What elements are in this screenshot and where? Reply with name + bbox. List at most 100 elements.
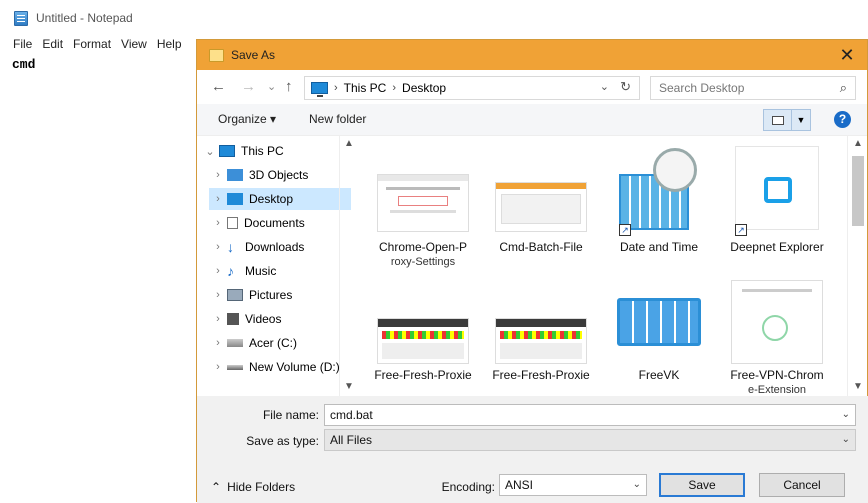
file-name: Free-VPN-Chrom [730,368,824,382]
encoding-select[interactable]: ANSI ⌄ [499,474,647,496]
scrollbar-thumb[interactable] [852,156,864,226]
tree-item-new-volume-d[interactable]: › New Volume (D:) [209,356,351,378]
tree-item-acer-c[interactable]: › Acer (C:) [209,332,351,354]
keyboard-icon [617,298,701,346]
clock-icon [653,148,697,192]
menu-help[interactable]: Help [157,37,182,55]
help-button[interactable]: ? [834,111,851,128]
tree-item-desktop[interactable]: › Desktop [209,188,351,210]
dialog-titlebar: Save As ✕ [197,40,867,70]
chevron-right-icon[interactable]: › [209,361,227,373]
file-name-line2: roxy-Settings [390,256,456,268]
tree-item-3d-objects[interactable]: › 3D Objects [209,164,351,186]
file-item[interactable]: ↗ Date and Time [603,144,715,270]
pictures-icon [227,289,243,301]
file-name-value: cmd.bat [330,408,373,422]
notepad-titlebar: Untitled - Notepad [0,0,200,36]
chevron-right-icon[interactable]: › [209,337,227,349]
notepad-editor-text[interactable]: cmd [12,57,35,72]
videos-icon [227,313,239,325]
menu-edit[interactable]: Edit [42,37,63,55]
chevron-right-icon[interactable]: › [209,169,227,181]
breadcrumb-desktop[interactable]: Desktop [402,81,446,95]
encoding-value: ANSI [505,478,534,492]
recent-locations-button[interactable]: ⌄ [267,78,276,96]
file-item[interactable]: Free-VPN-Chrom e-Extension [721,276,833,396]
file-item[interactable]: Free-Fresh-Proxie [485,276,597,396]
chevron-down-icon[interactable]: ⌄ [842,405,850,425]
tree-item-label: This PC [241,144,284,158]
address-bar[interactable]: › This PC › Desktop ⌄ ↻ [304,76,640,100]
file-name-label: File name: [262,408,319,422]
view-icon [764,110,792,130]
file-thumbnail [495,182,587,232]
tree-item-documents[interactable]: › Documents [209,212,351,234]
tree-item-label: Pictures [249,288,293,302]
scroll-up-icon[interactable]: ▲ [853,138,863,149]
view-options-button[interactable]: ▼ [763,109,811,131]
close-button[interactable]: ✕ [837,45,857,65]
file-item[interactable]: ↗ Deepnet Explorer [721,144,833,270]
desktop-icon [227,193,243,205]
refresh-icon[interactable]: ↻ [620,79,631,95]
scroll-down-icon[interactable]: ▼ [853,381,863,392]
scroll-up-icon[interactable]: ▲ [344,138,354,149]
organize-button[interactable]: Organize ▾ [218,112,276,126]
3d-objects-icon [227,169,243,181]
dialog-footer: File name: cmd.bat ⌄ Save as type: All F… [197,396,868,503]
navigation-scrollbar[interactable]: ▲ ▼ [339,136,357,396]
file-name: Free-Fresh-Proxie [492,368,590,382]
save-as-type-select[interactable]: All Files ⌄ [324,429,856,451]
up-button[interactable]: ↑ [285,78,293,96]
menu-file[interactable]: File [13,37,32,55]
forward-button[interactable]: → [241,78,256,96]
breadcrumb-this-pc[interactable]: This PC [344,81,387,95]
scroll-down-icon[interactable]: ▼ [344,381,354,392]
new-folder-button[interactable]: New folder [309,112,366,126]
file-item[interactable]: Chrome-Open-P roxy-Settings [367,144,479,270]
file-item[interactable]: FreeVK [603,276,715,396]
file-list-scrollbar[interactable]: ▲ ▼ [847,136,867,396]
file-thumbnail [495,318,587,364]
chevron-up-icon: ⌃ [211,480,222,494]
chevron-down-icon[interactable]: ⌄ [633,475,641,495]
tree-item-pictures[interactable]: › Pictures [209,284,351,306]
menu-view[interactable]: View [121,37,147,55]
dialog-title: Save As [231,48,276,62]
command-toolbar: Organize ▾ New folder ▼ ? [197,104,867,136]
shortcut-arrow-icon: ↗ [735,224,747,236]
tree-item-this-pc[interactable]: ⌄ This PC [201,140,343,162]
tree-item-downloads[interactable]: › ↓ Downloads [209,236,351,258]
chevron-down-icon[interactable]: ⌄ [201,145,219,158]
chevron-down-icon[interactable]: ⌄ [600,80,609,93]
drive-icon [227,364,243,370]
file-item[interactable]: Free-Fresh-Proxie [367,276,479,396]
chevron-down-icon[interactable]: ▼ [792,115,810,125]
back-button[interactable]: ← [211,78,226,96]
menu-format[interactable]: Format [73,37,111,55]
tree-item-videos[interactable]: › Videos [209,308,351,330]
drive-icon [227,339,243,347]
file-name: Deepnet Explorer [730,240,824,254]
save-button[interactable]: Save [659,473,745,497]
chevron-right-icon[interactable]: › [209,313,227,325]
cancel-button[interactable]: Cancel [759,473,845,497]
chevron-right-icon[interactable]: › [209,241,227,253]
notepad-title: Untitled - Notepad [36,11,133,25]
breadcrumb-sep: › [334,82,338,94]
tree-item-label: Videos [245,312,282,326]
chevron-down-icon[interactable]: ⌄ [842,430,850,450]
file-name-line2: e-Extension [747,384,807,396]
pc-icon [311,82,328,97]
file-item[interactable]: Cmd-Batch-File [485,144,597,270]
file-name-input[interactable]: cmd.bat ⌄ [324,404,856,426]
chevron-right-icon[interactable]: › [209,193,227,205]
tree-item-music[interactable]: › ♪ Music [209,260,351,282]
search-icon[interactable]: ⌕ [840,80,847,96]
search-input[interactable]: Search Desktop ⌕ [650,76,856,100]
chevron-right-icon[interactable]: › [209,217,227,229]
breadcrumb-sep: › [392,82,397,94]
chevron-right-icon[interactable]: › [209,289,227,301]
hide-folders-button[interactable]: ⌃ Hide Folders [211,480,295,494]
chevron-right-icon[interactable]: › [209,265,227,277]
